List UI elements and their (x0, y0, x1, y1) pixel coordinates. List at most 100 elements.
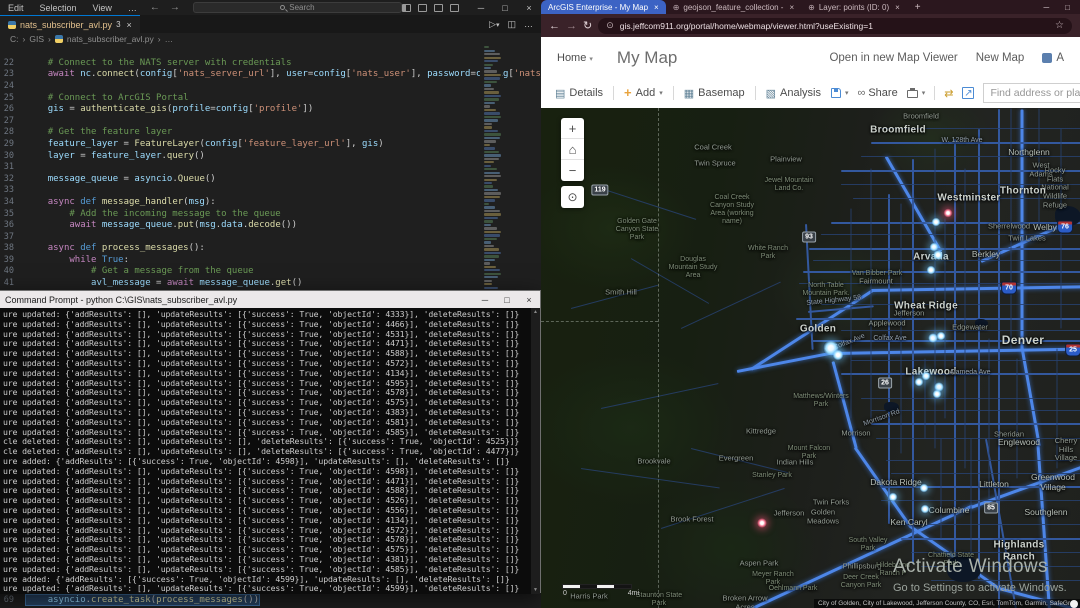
breadcrumb-item[interactable]: nats_subscriber_avl.py (67, 34, 154, 44)
map-label: Westminster (937, 192, 1000, 204)
split-editor-icon[interactable]: ◫ (507, 19, 516, 30)
toggle-panel-icon[interactable] (402, 4, 411, 12)
browser-maximize-button[interactable]: □ (1065, 3, 1070, 12)
home-button[interactable]: ⌂ (561, 139, 584, 160)
new-tab-button[interactable]: + (907, 0, 929, 14)
browser-tab[interactable]: ArcGIS Enterprise - My Map× (541, 0, 666, 14)
terminal-minimize-button[interactable]: ─ (474, 295, 496, 305)
avl-point-red[interactable] (757, 518, 767, 528)
menu-[interactable]: … (120, 3, 145, 13)
editor-forward-icon[interactable]: → (165, 2, 185, 13)
map-label: Southglenn (1024, 508, 1067, 518)
attribution-info-icon[interactable] (1070, 600, 1078, 608)
toggle-bottom-panel-icon[interactable] (418, 4, 427, 12)
browser-reload-icon[interactable]: ↻ (583, 19, 592, 32)
minimap-row (484, 151, 499, 153)
map-label: South Valley Park (849, 537, 888, 553)
zoom-in-button[interactable]: + (561, 118, 584, 139)
avl-point-cyan[interactable] (933, 250, 943, 260)
road-segment (945, 219, 946, 419)
terminal-title: Command Prompt - python C:\GIS\nats_subs… (5, 295, 237, 305)
menu-view[interactable]: View (85, 3, 120, 13)
locate-button[interactable]: ⊙ (561, 186, 584, 208)
avl-point-cyan[interactable] (933, 390, 942, 399)
web-map[interactable]: BroomfieldBroomfieldW. 128th AveNorthgle… (541, 108, 1080, 608)
breadcrumb-item[interactable]: C: (10, 34, 19, 44)
map-label: Brook Forest (671, 516, 714, 525)
breadcrumb-item[interactable]: … (165, 34, 174, 44)
save-button[interactable]: ▾ (831, 88, 849, 98)
code-line: 24 (0, 80, 541, 92)
browser-tab[interactable]: ⊕Layer: points (ID: 0)× (801, 0, 907, 14)
terminal-titlebar[interactable]: Command Prompt - python C:\GIS\nats_subs… (0, 291, 540, 308)
run-python-icon[interactable]: ▷▾ (489, 19, 499, 30)
basemap-button[interactable]: ▦Basemap (684, 87, 745, 100)
avl-point-cyan[interactable] (915, 378, 924, 387)
minimap-row (484, 53, 500, 55)
analysis-button[interactable]: ▧Analysis (766, 87, 821, 100)
terminal-close-button[interactable]: × (518, 295, 540, 305)
home-menu[interactable]: Home ▾ (557, 52, 593, 64)
browser-forward-icon[interactable]: → (566, 20, 577, 32)
road-segment (901, 538, 1080, 540)
minimap-row (484, 185, 493, 187)
vscode-search-box[interactable]: Search (193, 2, 402, 13)
browser-minimize-button[interactable]: ─ (1043, 3, 1049, 12)
tab-close-icon[interactable]: × (127, 20, 132, 30)
road-segment (681, 282, 781, 329)
close-button[interactable]: × (517, 3, 541, 13)
measure-icon[interactable]: ↗ (962, 87, 974, 99)
avl-point-cyan[interactable] (921, 505, 930, 514)
site-info-icon[interactable]: ⊙ (606, 20, 614, 31)
share-button[interactable]: ∞Share (858, 87, 898, 99)
avl-point-red[interactable] (944, 209, 953, 218)
more-actions-icon[interactable]: … (524, 19, 533, 29)
url-bar[interactable]: ⊙ gis.jeffcom911.org/portal/home/webmap/… (598, 18, 1072, 34)
map-label: Golden Gate Canyon State Park (616, 218, 658, 242)
find-address-input[interactable] (983, 83, 1080, 103)
new-map-link[interactable]: New Map (976, 52, 1025, 64)
browser-window: ArcGIS Enterprise - My Map×⊕geojson_feat… (541, 0, 1080, 608)
scroll-up-icon[interactable]: ▲ (533, 308, 538, 316)
breadcrumb-item[interactable]: GIS (29, 34, 44, 44)
avl-point-cyan[interactable] (932, 218, 941, 227)
open-new-map-viewer-link[interactable]: Open in new Map Viewer (829, 52, 957, 64)
tab-close-icon[interactable]: × (895, 3, 900, 12)
browser-tab[interactable]: ⊕geojson_feature_collection -× (666, 0, 801, 14)
code-line: 32 message_queue = asyncio.Queue() (0, 173, 541, 185)
browser-back-icon[interactable]: ← (549, 20, 560, 32)
route-shield: 26 (878, 378, 892, 389)
browser-window-controls: ─□ (1043, 0, 1080, 14)
terminal-scrollbar[interactable]: ▲ ▼ (531, 308, 540, 594)
print-button[interactable]: ▾ (907, 88, 926, 98)
details-button[interactable]: ▤Details (555, 87, 603, 100)
tab-close-icon[interactable]: × (654, 3, 659, 12)
route-shield: 85 (984, 503, 998, 514)
avl-point-cyan[interactable] (937, 332, 946, 341)
editor-back-icon[interactable]: ← (145, 2, 165, 13)
map-label: Colfax Ave (873, 335, 906, 343)
minimize-button[interactable]: ─ (469, 3, 493, 13)
avl-point-cyan[interactable] (833, 350, 844, 361)
avl-point-cyan[interactable] (920, 484, 929, 493)
browser-addressbar: ← → ↻ ⊙ gis.jeffcom911.org/portal/home/w… (541, 14, 1080, 37)
zoom-out-button[interactable]: − (561, 160, 584, 181)
terminal-maximize-button[interactable]: □ (496, 295, 518, 305)
minimap-row (484, 130, 498, 132)
avl-point-cyan[interactable] (889, 493, 898, 502)
scroll-down-icon[interactable]: ▼ (533, 586, 538, 594)
customize-layout-icon[interactable] (450, 4, 459, 12)
tab-close-icon[interactable]: × (789, 3, 794, 12)
toggle-secondary-sidebar-icon[interactable] (434, 4, 443, 12)
bookmark-star-icon[interactable]: ☆ (1055, 20, 1064, 31)
maximize-button[interactable]: □ (493, 3, 517, 13)
tab-nats-subscriber[interactable]: nats_subscriber_avl.py 3 × (0, 15, 140, 33)
avl-point-cyan[interactable] (927, 266, 936, 275)
terminal-lines: ure updated: {'addResults': [], 'updateR… (3, 310, 540, 594)
menu-selection[interactable]: Selection (32, 3, 85, 13)
account-menu[interactable]: A (1042, 52, 1064, 64)
menu-edit[interactable]: Edit (0, 3, 32, 13)
terminal-output[interactable]: ure updated: {'addResults': [], 'updateR… (0, 308, 540, 594)
directions-icon[interactable]: ⇄ (944, 87, 953, 100)
add-button[interactable]: +Add▾ (624, 87, 663, 99)
